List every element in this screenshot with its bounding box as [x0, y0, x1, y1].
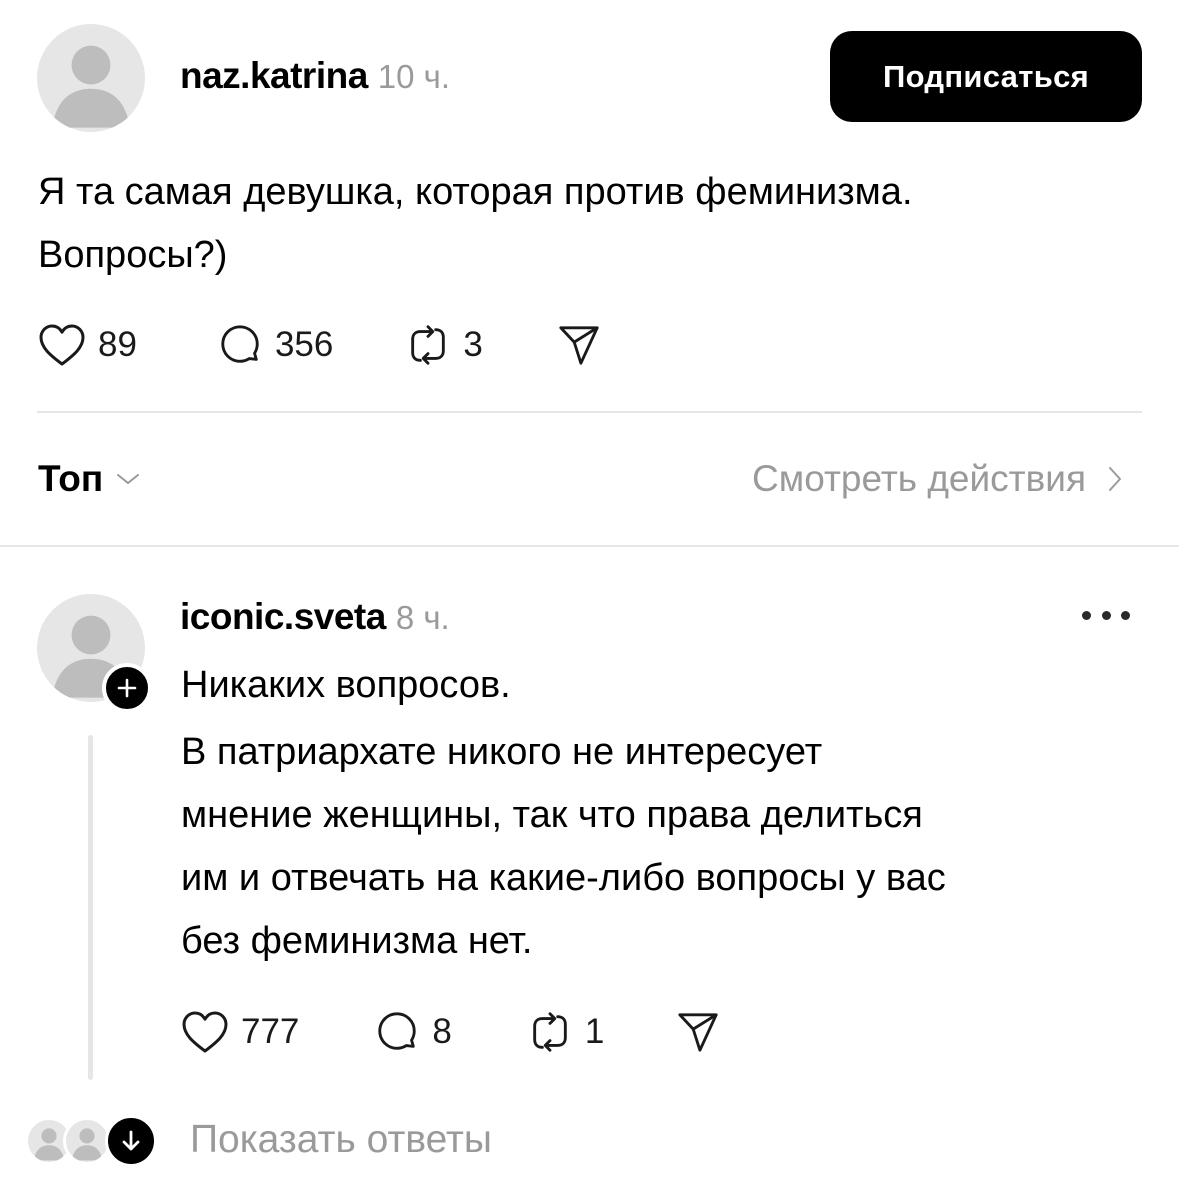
author-avatar-placeholder[interactable] [37, 24, 145, 132]
share-icon [678, 1013, 718, 1052]
like-count: 777 [241, 1012, 300, 1051]
author-username[interactable]: naz.katrina [180, 55, 368, 97]
view-activity-label: Смотреть действия [752, 458, 1086, 499]
section-divider [0, 545, 1179, 547]
reply-timestamp: 8 ч. [395, 599, 450, 636]
like-button[interactable]: 777 [181, 1010, 299, 1054]
more-icon [1101, 610, 1111, 620]
repost-count: 3 [463, 325, 483, 364]
share-button[interactable] [555, 322, 603, 368]
comment-button[interactable]: 8 [374, 1009, 452, 1055]
person-placeholder-icon [71, 1128, 103, 1161]
more-icon [1121, 610, 1130, 620]
like-count: 89 [98, 325, 137, 364]
reply-header: iconic.sveta 8 ч. [180, 596, 450, 638]
thread-line [88, 735, 93, 1080]
follow-plus-badge[interactable] [102, 663, 152, 713]
reply-username[interactable]: iconic.sveta [180, 596, 386, 638]
comment-count: 8 [432, 1012, 452, 1051]
replier-avatar-placeholder [63, 1117, 111, 1165]
reply-text-line: им и отвечать на какие-либо вопросы у ва… [181, 857, 946, 899]
view-activity-link[interactable]: Смотреть действия [752, 458, 1124, 500]
reply-text-line: мнение женщины, так что права делиться [181, 794, 923, 836]
repost-count: 1 [584, 1012, 605, 1051]
person-placeholder-icon [52, 45, 130, 128]
reply-text-line: В патриархате никого не интересует [181, 731, 823, 773]
follow-button[interactable]: Подписаться [830, 31, 1142, 122]
arrow-down-icon [122, 1130, 140, 1151]
post-actions: 89 356 3 [38, 320, 603, 370]
replier-avatars[interactable] [25, 1115, 157, 1167]
comment-count: 356 [274, 325, 334, 364]
post-text-line: Вопросы?) [38, 234, 228, 276]
comment-icon [378, 1012, 417, 1050]
repost-button[interactable]: 1 [527, 1009, 604, 1055]
post-text-line: Я та самая девушка, которая против фемин… [38, 171, 913, 213]
reply-body: Никаких вопросов. В патриархате никого н… [181, 654, 946, 973]
reply-text-line: без феминизма нет. [181, 920, 533, 962]
show-replies-link[interactable]: Показать ответы [190, 1118, 492, 1162]
plus-icon [117, 678, 137, 698]
heart-icon [39, 324, 85, 366]
reply-actions: 777 8 1 [181, 1007, 722, 1057]
like-button[interactable]: 89 [38, 323, 137, 367]
share-button[interactable] [674, 1009, 722, 1055]
repost-icon [411, 325, 446, 365]
share-icon [559, 326, 599, 365]
post-divider [37, 411, 1142, 413]
heart-icon [182, 1011, 228, 1053]
post-header: naz.katrina 10 ч. [180, 55, 450, 97]
more-replies-badge [105, 1115, 157, 1167]
more-options-button[interactable] [1082, 600, 1130, 630]
repost-button[interactable]: 3 [405, 322, 483, 368]
post-timestamp: 10 ч. [377, 58, 451, 95]
reply-text-line: Никаких вопросов. [181, 664, 511, 706]
comment-icon [221, 325, 259, 363]
chevron-right-icon [1109, 467, 1121, 491]
post-body: Я та самая девушка, которая против фемин… [38, 161, 913, 287]
more-icon [1082, 610, 1091, 620]
chevron-down-icon [117, 474, 140, 484]
repost-icon [533, 1012, 567, 1052]
sort-dropdown[interactable]: Топ [38, 458, 141, 500]
sort-label: Топ [38, 458, 104, 499]
comment-button[interactable]: 356 [217, 322, 333, 368]
